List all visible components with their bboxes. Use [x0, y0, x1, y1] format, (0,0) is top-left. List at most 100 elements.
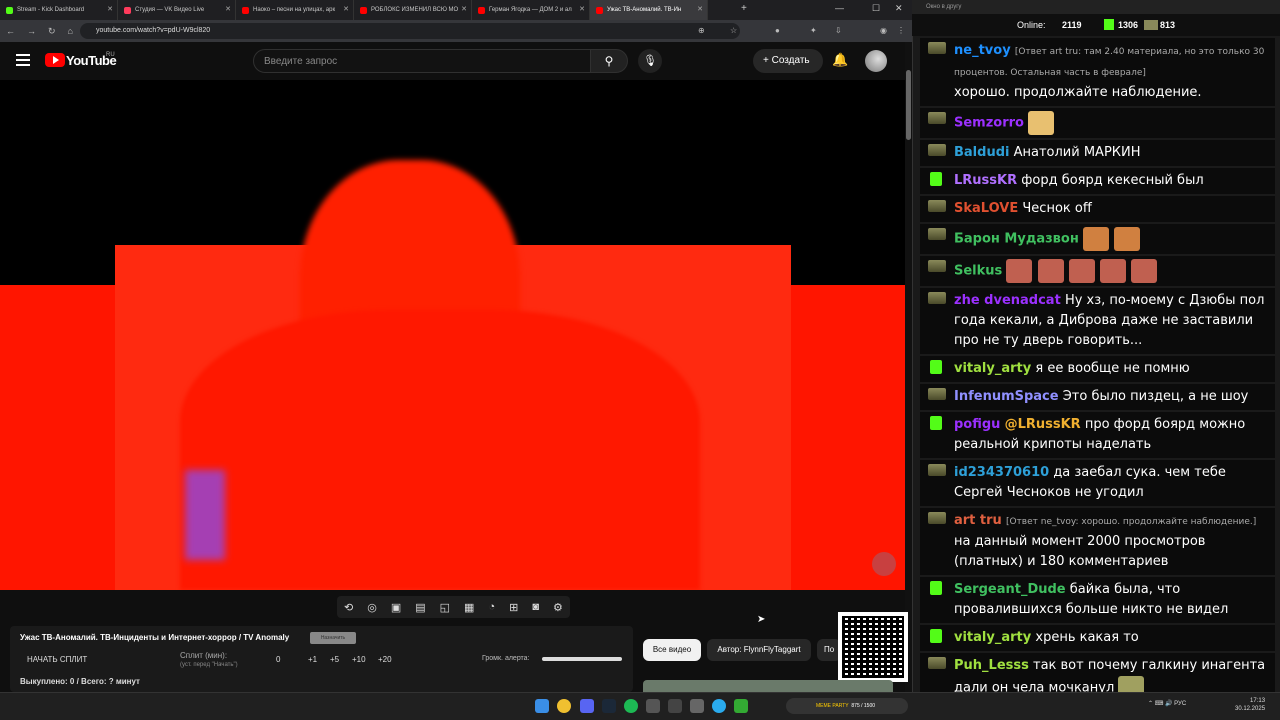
start-split-button[interactable]: НАЧАТЬ СПЛИТ — [27, 655, 87, 664]
telegram-icon[interactable] — [712, 699, 726, 713]
chat-message: id234370610 да заебал сука. чем тебе Сер… — [920, 460, 1275, 506]
chat-message: Semzorro — [920, 108, 1275, 138]
add-icon[interactable]: ⊞ — [509, 601, 518, 614]
chat-log[interactable]: ne_tvoy [Ответ art tru: там 2.40 материа… — [920, 38, 1275, 692]
system-tray[interactable]: ⌃ ⌨ 🔊 РУС — [1148, 700, 1186, 707]
browser-tab[interactable]: Герман Ягодка — ДОМ 2 и ал ✕ — [472, 0, 590, 20]
browser-tab[interactable]: Stream - Kick Dashboard ✕ — [0, 0, 118, 20]
chat-username[interactable]: ne_tvoy — [954, 43, 1011, 58]
tab-favicon-icon — [360, 6, 367, 14]
chat-username[interactable]: art tru — [954, 513, 1002, 528]
search-input[interactable]: Введите запрос — [253, 49, 591, 73]
qr-code — [838, 612, 908, 682]
plus20-button[interactable]: +20 — [378, 655, 392, 664]
zoom-icon[interactable]: ⊕ — [698, 26, 705, 35]
video-thumbnail[interactable] — [643, 680, 893, 692]
chip-author[interactable]: Автор: FlynnFlyTaggart — [707, 639, 811, 661]
chat-username[interactable]: InfenumSpace — [954, 389, 1059, 404]
chat-username[interactable]: Baldudi — [954, 145, 1009, 160]
chat-username[interactable]: SkaLOVE — [954, 201, 1018, 216]
plus1-button[interactable]: +1 — [308, 655, 317, 664]
scrollbar-thumb[interactable] — [906, 70, 911, 140]
browser-tab[interactable]: Ужас ТВ-Аномалий. ТВ-Ин ✕ — [590, 0, 708, 20]
chat-username[interactable]: vitaly_arty — [954, 630, 1031, 645]
chat-username[interactable]: Selkus — [954, 264, 1002, 279]
bookmark-star-icon[interactable]: ☆ — [730, 26, 737, 35]
minimize-button[interactable]: — — [835, 3, 844, 13]
url-field[interactable]: youtube.com/watch?v=pdU-W9cl820 — [80, 23, 740, 39]
clock[interactable]: 17:13 30.12.2025 — [1235, 697, 1265, 713]
chat-username[interactable]: LRussKR — [954, 173, 1017, 188]
clapper-icon[interactable]: ▤ — [415, 601, 425, 614]
video-player[interactable] — [0, 80, 905, 590]
pip-icon[interactable]: ◱ — [440, 601, 450, 614]
menu-icon[interactable] — [16, 54, 30, 66]
download-icon[interactable]: ⇩ — [835, 26, 842, 35]
chrome-icon[interactable] — [557, 699, 571, 713]
tab-close-icon[interactable]: ✕ — [579, 5, 585, 13]
split-value[interactable]: 0 — [276, 655, 280, 664]
browser-tab[interactable]: Студия — VK Видео Live ✕ — [118, 0, 236, 20]
alert-volume-slider[interactable] — [542, 657, 622, 661]
tab-close-icon[interactable]: ✕ — [225, 5, 231, 13]
chat-message: Барон Мудазвон — [920, 224, 1275, 254]
loop-icon[interactable]: ⟲ — [344, 601, 353, 614]
discord-icon[interactable] — [580, 699, 594, 713]
profile-icon[interactable]: ◉ — [880, 26, 887, 35]
meme-party-widget[interactable]: MEME PARTY 875 / 1500 — [786, 698, 908, 714]
chat-text: на данный момент 2000 просмотров (платны… — [954, 534, 1206, 569]
app2-icon[interactable] — [668, 699, 682, 713]
browser-tab[interactable]: РОБЛОКС ИЗМЕНИЛ ВСЮ МО ✕ — [354, 0, 472, 20]
plus5-button[interactable]: +5 — [330, 655, 339, 664]
mic-button[interactable]: 🎙 — [638, 49, 662, 73]
assign-badge[interactable]: Назначить — [310, 632, 356, 644]
theater-icon[interactable]: ▦ — [464, 601, 474, 614]
app-icon[interactable] — [646, 699, 660, 713]
search-button[interactable]: ⚲ — [590, 49, 628, 73]
app3-icon[interactable] — [734, 699, 748, 713]
chat-username[interactable]: vitaly_arty — [954, 361, 1031, 376]
tab-close-icon[interactable]: ✕ — [697, 5, 703, 13]
chat-username[interactable]: Semzorro — [954, 116, 1024, 131]
home-icon[interactable]: ⌂ — [68, 26, 73, 36]
chat-mention[interactable]: @LRussKR — [1005, 417, 1081, 432]
tab-close-icon[interactable]: ✕ — [107, 5, 113, 13]
extension-icon[interactable]: ● — [775, 26, 780, 35]
new-tab-button[interactable]: + — [741, 3, 747, 14]
chat-username[interactable]: zhe dvenadcat — [954, 293, 1061, 308]
language-indicator[interactable]: РУС — [1174, 701, 1186, 707]
tab-close-icon[interactable]: ✕ — [461, 5, 467, 13]
back-icon[interactable]: ← — [6, 26, 15, 36]
chip-all-videos[interactable]: Все видео — [643, 639, 701, 661]
player-icon[interactable] — [690, 699, 704, 713]
tab-label: Stream - Kick Dashboard — [17, 7, 85, 13]
watch-icon[interactable]: ▣ — [391, 601, 401, 614]
chat-username[interactable]: Sergeant_Dude — [954, 582, 1066, 597]
maximize-button[interactable]: ☐ — [872, 3, 880, 14]
spotify-icon[interactable] — [624, 699, 638, 713]
chat-username[interactable]: Puh_Lesss — [954, 658, 1029, 673]
bell-icon[interactable]: 🔔 — [832, 52, 848, 68]
chat-username[interactable]: id234370610 — [954, 465, 1049, 480]
browser-tab[interactable]: Наоко – песни на улицах, арк ✕ — [236, 0, 354, 20]
reload-icon[interactable]: ↻ — [48, 26, 56, 37]
chat-username[interactable]: pofigu — [954, 417, 1000, 432]
windows-start-icon[interactable] — [535, 699, 549, 713]
menu-dots-icon[interactable]: ⋮ — [897, 26, 905, 35]
puzzle-icon[interactable]: ✦ — [810, 26, 817, 35]
broadcast-icon[interactable]: ◎ — [367, 601, 377, 614]
youtube-logo-icon[interactable] — [45, 53, 65, 67]
avatar[interactable] — [865, 50, 887, 72]
chat-message: Baldudi Анатолий МАРКИН — [920, 140, 1275, 166]
chat-username[interactable]: Барон Мудазвон — [954, 232, 1079, 247]
close-window-button[interactable]: ✕ — [895, 3, 903, 14]
speed-icon[interactable]: ◔ — [488, 601, 495, 613]
gear-icon[interactable]: ⚙ — [553, 601, 563, 614]
screenshot-icon[interactable]: ◙ — [532, 601, 539, 613]
steam-icon[interactable] — [602, 699, 616, 713]
forward-icon[interactable]: → — [27, 26, 36, 36]
tab-close-icon[interactable]: ✕ — [343, 5, 349, 13]
create-button[interactable]: + Создать — [753, 49, 823, 73]
plus10-button[interactable]: +10 — [352, 655, 366, 664]
chat-message: InfenumSpace Это было пиздец, а не шоу — [920, 384, 1275, 410]
